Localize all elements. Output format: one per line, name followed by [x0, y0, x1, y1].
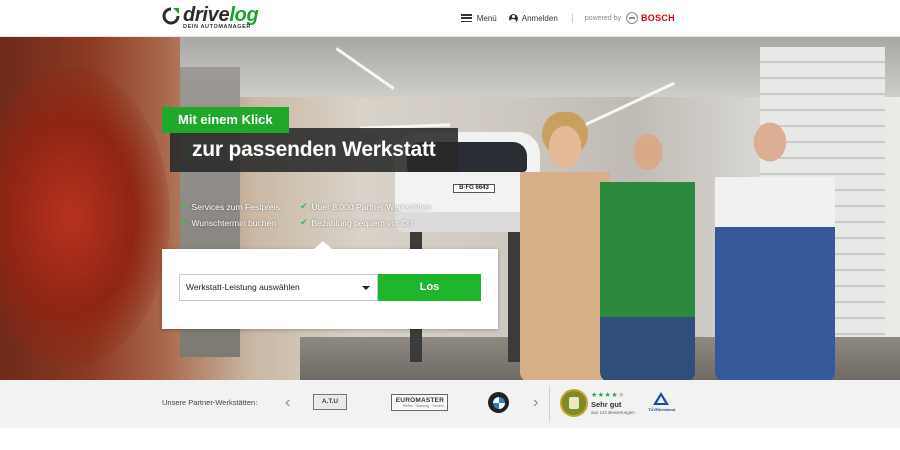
partner-label: Unsere Partner-Werkstätten:	[162, 398, 258, 407]
user-icon	[508, 13, 518, 23]
rating-seal-icon	[560, 389, 588, 417]
login-label: Anmelden	[521, 13, 558, 23]
stars-filled: ★★★★	[591, 392, 619, 399]
drivelog-logo[interactable]: drivelog DEIN AUTOMANAGER	[162, 4, 259, 33]
hamburger-menu-icon	[460, 14, 472, 22]
atu-logo[interactable]: A.T.U	[313, 394, 347, 410]
feature-item: ✔ Über 8.000 Partner Werkstätten	[300, 201, 470, 212]
license-plate: B·FG 6643	[453, 184, 495, 193]
partner-bar: Unsere Partner-Werkstätten: ‹ A.T.U EURO…	[0, 380, 900, 428]
feature-list: ✔ Services zum Festpreis ✔ Über 8.000 Part…	[180, 201, 480, 228]
feature-label: Services zum Festpreis	[191, 201, 280, 212]
tuv-logo-icon[interactable]: TÜVRheinland	[648, 392, 676, 416]
rating-count: aus 142 Bewertungen	[591, 410, 635, 415]
header-nav: Menü Anmelden powered by BOSCH	[460, 11, 675, 25]
checkmark-icon: ✔	[180, 217, 188, 227]
powered-by-text: powered by	[584, 14, 621, 22]
hero-headline-primary: Mit einem Klick	[162, 107, 289, 133]
checkmark-icon: ✔	[300, 201, 308, 211]
logo-word-log: log	[229, 4, 259, 26]
hero-banner: B·FG 6643 zur passenden Werkstatt Mit ei…	[0, 37, 900, 380]
feature-item: ✔ Bezahlung bequem vor Ort	[300, 217, 470, 228]
menu-button[interactable]: Menü	[460, 13, 497, 23]
login-button[interactable]: Anmelden	[508, 13, 558, 23]
mechanic-image	[600, 117, 695, 380]
logo-text: drivelog DEIN AUTOMANAGER	[183, 4, 259, 30]
bosch-brand[interactable]: BOSCH	[641, 13, 675, 23]
senior-mechanic-image	[715, 107, 835, 380]
logo-word: drivelog	[183, 4, 259, 26]
logo-mark-icon	[162, 7, 180, 25]
menu-label: Menü	[476, 13, 497, 23]
stars-empty: ★	[618, 392, 625, 399]
page: drivelog DEIN AUTOMANAGER Menü Anmelden …	[0, 0, 900, 450]
feature-label: Über 8.000 Partner Werkstätten	[311, 201, 432, 212]
logo-tagline: DEIN AUTOMANAGER	[183, 24, 251, 30]
euromaster-logo[interactable]: EUROMASTER Reifen · Wartung · Service	[391, 394, 448, 411]
chevron-right-icon[interactable]: ›	[533, 395, 538, 411]
chevron-down-icon	[362, 286, 370, 290]
hero-foreground-blur	[0, 67, 170, 367]
feature-label: Bezahlung bequem vor Ort	[311, 217, 414, 228]
rating-stars: ★★★★★	[591, 391, 625, 399]
euromaster-name: EUROMASTER	[395, 397, 444, 404]
tuv-triangle	[653, 392, 669, 405]
customer-woman-image	[520, 112, 610, 380]
checkmark-icon: ✔	[300, 217, 308, 227]
partner-divider	[549, 386, 550, 422]
tuv-label: TÜVRheinland	[648, 407, 676, 412]
euromaster-subline: Reifen · Wartung · Service	[402, 404, 444, 408]
feature-item: ✔ Wunschtermin buchen	[180, 217, 300, 228]
chevron-left-icon[interactable]: ‹	[285, 395, 290, 411]
bosch-icon	[625, 12, 638, 24]
service-search-box: Werkstatt-Leistung auswählen Los	[162, 241, 498, 329]
service-select-value: Werkstatt-Leistung auswählen	[186, 282, 300, 292]
checkmark-icon: ✔	[180, 201, 188, 211]
hero-headline-secondary: zur passenden Werkstatt	[170, 128, 458, 172]
header: drivelog DEIN AUTOMANAGER Menü Anmelden …	[0, 0, 900, 37]
nav-divider	[571, 13, 573, 23]
los-button[interactable]: Los	[378, 274, 481, 301]
logo-word-drive: drive	[183, 4, 230, 26]
feature-item: ✔ Services zum Festpreis	[180, 201, 300, 212]
rating-text: Sehr gut	[591, 400, 622, 409]
feature-label: Wunschtermin buchen	[191, 217, 276, 228]
service-select[interactable]: Werkstatt-Leistung auswählen	[179, 274, 378, 301]
bmw-logo-icon[interactable]	[488, 392, 509, 413]
